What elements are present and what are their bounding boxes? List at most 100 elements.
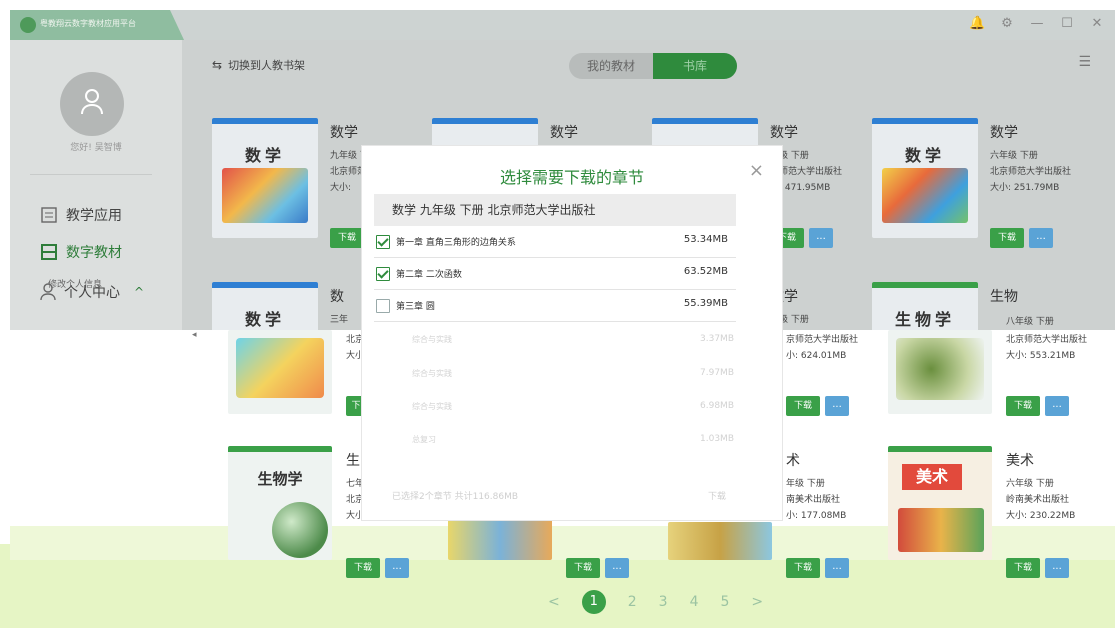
chapter-name: 综合与实践 bbox=[412, 335, 452, 344]
cover-art bbox=[448, 516, 552, 560]
cover-art bbox=[896, 338, 984, 400]
download-button[interactable]: 下载 bbox=[1006, 396, 1040, 416]
chapter-size: 1.03MB bbox=[700, 434, 734, 444]
page-4[interactable]: 4 bbox=[690, 594, 699, 610]
cover-art bbox=[222, 168, 308, 223]
collapse-arrow-icon[interactable]: ◂ bbox=[192, 330, 197, 340]
cover-art bbox=[898, 508, 984, 552]
cover-art bbox=[272, 502, 328, 558]
cover-art bbox=[882, 168, 968, 223]
book-publisher: 北京师范大学出版社 bbox=[1006, 335, 1088, 345]
book-name: 数学 bbox=[330, 125, 358, 141]
book-name: 数学 bbox=[770, 125, 798, 141]
chapter-download-dialog: 选择需要下载的章节 × 数学 九年级 下册 北京师范大学出版社 第一章 直角三角… bbox=[362, 146, 782, 520]
chapter-checkbox[interactable] bbox=[376, 267, 390, 281]
chapter-row[interactable]: 第一章 直角三角形的边角关系 53.34MB bbox=[374, 226, 736, 258]
page-3[interactable]: 3 bbox=[659, 594, 668, 610]
book-cover[interactable]: 数学 bbox=[872, 118, 978, 238]
more-button[interactable]: ... bbox=[825, 558, 849, 578]
book-size: 小: 624.01MB bbox=[786, 351, 847, 361]
more-button[interactable]: ... bbox=[809, 228, 833, 248]
book-card[interactable]: 美术 美术 六年级 下册 岭南美术出版社 大小: 230.22MB 下载 ... bbox=[888, 446, 1115, 596]
more-button[interactable]: ... bbox=[825, 396, 849, 416]
chapter-row[interactable]: 综合与实践 6.98MB bbox=[374, 393, 744, 423]
book-size: 大小: 553.21MB bbox=[1006, 351, 1076, 361]
cover-band bbox=[872, 282, 978, 288]
page-1[interactable]: 1 bbox=[581, 590, 606, 614]
book-cover[interactable]: 生物学 bbox=[872, 282, 978, 330]
book-cover[interactable] bbox=[228, 330, 332, 414]
switch-shelf-link[interactable]: ⇆ 切换到人教书架 bbox=[212, 57, 305, 73]
close-button[interactable]: ✕ bbox=[1089, 16, 1105, 31]
chapter-row[interactable]: 第二章 二次函数 63.52MB bbox=[374, 258, 736, 290]
download-button[interactable]: 下载 bbox=[566, 558, 600, 578]
segmented-tabs: 我的教材 书库 bbox=[569, 53, 737, 79]
cover-band bbox=[872, 118, 978, 124]
chapter-checkbox[interactable] bbox=[376, 299, 390, 313]
book-card[interactable]: 数学 数学 六年级 下册 北京师范大学出版社 大小: 251.79MB 下载 .… bbox=[872, 118, 1092, 258]
tab-my-textbooks[interactable]: 我的教材 bbox=[569, 53, 653, 79]
prev-page-button[interactable]: < bbox=[548, 594, 560, 610]
book-publisher: 岭南美术出版社 bbox=[1006, 495, 1070, 505]
more-button[interactable]: ... bbox=[605, 558, 629, 578]
avatar[interactable] bbox=[60, 72, 124, 136]
book-cover[interactable]: 生物学 bbox=[228, 446, 332, 560]
more-button[interactable]: ... bbox=[1045, 558, 1069, 578]
tab-library[interactable]: 书库 bbox=[653, 53, 737, 79]
cover-band bbox=[432, 118, 538, 124]
book-name: 术 bbox=[786, 453, 800, 469]
bell-icon[interactable]: 🔔 bbox=[969, 16, 985, 31]
chapter-row[interactable]: 综合与实践 3.37MB bbox=[374, 326, 744, 356]
download-button[interactable]: 下载 bbox=[1006, 558, 1040, 578]
chapter-size: 63.52MB bbox=[683, 266, 728, 277]
chapter-name: 第一章 直角三角形的边角关系 bbox=[396, 238, 516, 248]
page-5[interactable]: 5 bbox=[721, 594, 730, 610]
more-button[interactable]: ... bbox=[1029, 228, 1053, 248]
chapter-row[interactable]: 第三章 圆 55.39MB bbox=[374, 290, 736, 322]
settings-icon[interactable]: ⚙ bbox=[999, 16, 1015, 31]
book-grade: 六年级 下册 bbox=[990, 151, 1038, 161]
book-cover[interactable]: 数学 bbox=[212, 282, 318, 330]
chapter-row[interactable]: 总复习 1.03MB bbox=[374, 426, 744, 456]
cover-band bbox=[212, 118, 318, 124]
download-button[interactable]: 下载 bbox=[786, 396, 820, 416]
sidebar-divider bbox=[30, 174, 152, 175]
download-button[interactable]: 下载 bbox=[786, 558, 820, 578]
chapter-name: 第三章 圆 bbox=[396, 302, 435, 312]
dialog-download-button[interactable]: 下载 bbox=[708, 489, 726, 502]
pagination: < 1 2 3 4 5 > bbox=[548, 590, 763, 614]
book-cover[interactable]: 数学 bbox=[212, 118, 318, 238]
download-button[interactable]: 下载 bbox=[346, 558, 380, 578]
book-grade: 六年级 下册 bbox=[1006, 479, 1054, 489]
chapter-checkbox[interactable] bbox=[376, 235, 390, 249]
sidebar-item-teaching-apps[interactable]: 教学应用 bbox=[40, 205, 122, 225]
dialog-subtitle: 数学 九年级 下册 北京师范大学出版社 bbox=[374, 194, 736, 226]
book-name: 数学 bbox=[990, 125, 1018, 141]
download-button[interactable]: 下载 bbox=[990, 228, 1024, 248]
app-tab[interactable]: 粤教翔云数字教材应用平台 bbox=[10, 10, 184, 40]
download-button[interactable]: 下载 bbox=[330, 228, 364, 248]
sidebar-item-label: 数字教材 bbox=[66, 245, 122, 261]
book-card[interactable]: 生物学 生物 bbox=[872, 282, 1092, 330]
dialog-title: 选择需要下载的章节 bbox=[499, 168, 644, 187]
chevron-up-icon[interactable]: ^ bbox=[134, 285, 144, 299]
sidebar-sub-item-edit-profile[interactable]: 修改个人信息 bbox=[48, 277, 102, 290]
sidebar-item-digital-textbooks[interactable]: 数字教材 bbox=[40, 242, 122, 262]
list-view-icon[interactable]: ☰ bbox=[1078, 54, 1091, 70]
close-icon[interactable]: × bbox=[749, 160, 764, 181]
page-2[interactable]: 2 bbox=[628, 594, 637, 610]
chapter-row[interactable]: 综合与实践 7.97MB bbox=[374, 360, 744, 390]
next-page-button[interactable]: > bbox=[751, 594, 763, 610]
switch-label: 切换到人教书架 bbox=[228, 59, 306, 72]
maximize-button[interactable]: ☐ bbox=[1059, 16, 1075, 31]
more-button[interactable]: ... bbox=[1045, 396, 1069, 416]
greeting: 您好! 吴智博 bbox=[70, 143, 122, 153]
book-size: 大小: 251.79MB bbox=[990, 183, 1060, 193]
cover-title: 数学 bbox=[244, 310, 285, 329]
more-button[interactable]: ... bbox=[385, 558, 409, 578]
chapter-size: 7.97MB bbox=[700, 368, 734, 378]
book-cover[interactable]: 美术 bbox=[888, 446, 992, 560]
chapter-name: 第二章 二次函数 bbox=[396, 270, 462, 280]
book-cover[interactable] bbox=[888, 330, 992, 414]
minimize-button[interactable]: — bbox=[1029, 16, 1045, 31]
